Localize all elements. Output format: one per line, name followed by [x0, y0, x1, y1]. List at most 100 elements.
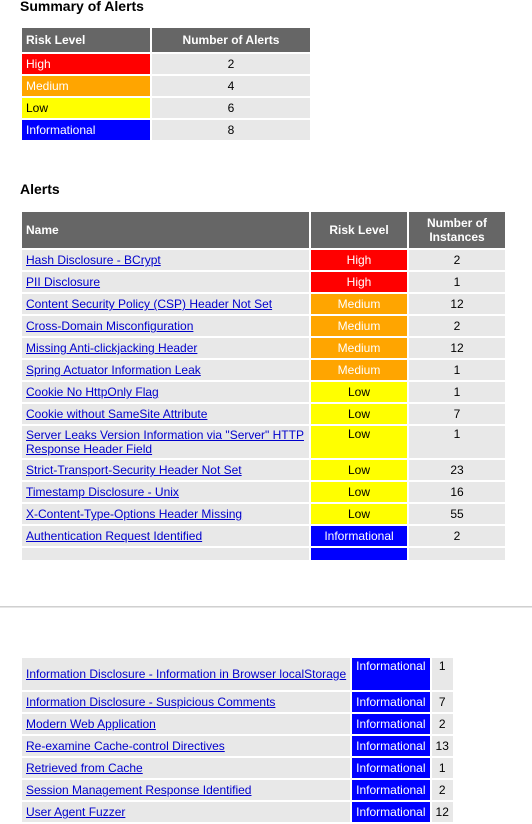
- summary-count-high: 2: [152, 54, 310, 74]
- alert-name-cell: Server Leaks Version Information via "Se…: [22, 426, 309, 458]
- alert-risk-level: Low: [311, 404, 407, 424]
- alert-instances: 23: [409, 460, 505, 480]
- alert-name-cell: Cross-Domain Misconfiguration: [22, 316, 309, 336]
- table-row: PII Disclosure High 1: [22, 272, 505, 292]
- alert-name-link[interactable]: Missing Anti-clickjacking Header: [26, 341, 197, 355]
- alert-name-link[interactable]: Timestamp Disclosure - Unix: [26, 485, 179, 499]
- page-divider: [0, 606, 532, 608]
- alert-name-link[interactable]: Retrieved from Cache: [26, 761, 143, 775]
- alert-risk-level: Low: [311, 482, 407, 502]
- alert-name-link[interactable]: Content Security Policy (CSP) Header Not…: [26, 297, 272, 311]
- summary-level-high: High: [22, 54, 150, 74]
- table-row: Content Security Policy (CSP) Header Not…: [22, 294, 505, 314]
- alert-name-link[interactable]: PII Disclosure: [26, 275, 100, 289]
- summary-count-low: 6: [152, 98, 310, 118]
- alert-instances: 13: [431, 736, 453, 756]
- alert-instances: 1: [431, 758, 453, 778]
- table-row: Informational 8: [22, 120, 310, 140]
- alert-instances: 1: [431, 658, 453, 690]
- alert-name-link[interactable]: Cross-Domain Misconfiguration: [26, 319, 193, 333]
- table-row: Medium 4: [22, 76, 310, 96]
- alert-name-cell: Authentication Request Identified: [22, 526, 309, 546]
- table-row: Cookie No HttpOnly Flag Low 1: [22, 382, 505, 402]
- alert-name-link[interactable]: Hash Disclosure - BCrypt: [26, 253, 161, 267]
- summary-table: Risk Level Number of Alerts High 2 Mediu…: [20, 26, 312, 142]
- alert-risk-level: Informational: [352, 692, 430, 712]
- alert-risk-level: Low: [311, 504, 407, 524]
- alert-risk-level: Informational: [311, 526, 407, 546]
- alert-name-cell: Spring Actuator Information Leak: [22, 360, 309, 380]
- alert-risk-level: Informational: [352, 736, 430, 756]
- alerts-header-instances: Number of Instances: [409, 212, 505, 248]
- alert-risk-level: Medium: [311, 338, 407, 358]
- alert-name-link[interactable]: Modern Web Application: [26, 717, 156, 731]
- table-row: Information Disclosure - Information in …: [22, 658, 453, 690]
- alert-name-link[interactable]: Server Leaks Version Information via "Se…: [26, 428, 304, 456]
- alert-name-cell: Missing Anti-clickjacking Header: [22, 338, 309, 358]
- alert-name-cell: Content Security Policy (CSP) Header Not…: [22, 294, 309, 314]
- alerts-table-continued: Information Disclosure - Information in …: [20, 656, 455, 824]
- summary-level-medium: Medium: [22, 76, 150, 96]
- table-row: X-Content-Type-Options Header Missing Low…: [22, 504, 505, 524]
- table-row: Low 6: [22, 98, 310, 118]
- summary-count-medium: 4: [152, 76, 310, 96]
- alert-name-cell: X-Content-Type-Options Header Missing: [22, 504, 309, 524]
- empty-cell: [22, 548, 309, 560]
- alert-name-link[interactable]: Cookie without SameSite Attribute: [26, 407, 207, 421]
- alerts-header-risk-level: Risk Level: [311, 212, 407, 248]
- alert-instances: 2: [409, 526, 505, 546]
- alert-name-link[interactable]: Spring Actuator Information Leak: [26, 363, 201, 377]
- alert-name-link[interactable]: Re-examine Cache-control Directives: [26, 739, 225, 753]
- table-row: Strict-Transport-Security Header Not Set…: [22, 460, 505, 480]
- table-row: Authentication Request Identified Informa…: [22, 526, 505, 546]
- alert-risk-level: High: [311, 272, 407, 292]
- alert-instances: 12: [409, 338, 505, 358]
- alert-risk-level: Low: [311, 426, 407, 458]
- empty-risk-cell: [311, 548, 407, 560]
- alert-risk-level: Informational: [352, 658, 430, 690]
- alert-instances: 16: [409, 482, 505, 502]
- summary-level-low: Low: [22, 98, 150, 118]
- alert-name-cell: Cookie No HttpOnly Flag: [22, 382, 309, 402]
- alert-instances: 2: [431, 780, 453, 800]
- alert-name-link[interactable]: Information Disclosure - Information in …: [26, 667, 346, 681]
- alert-name-link[interactable]: X-Content-Type-Options Header Missing: [26, 507, 242, 521]
- alert-name-cell: Information Disclosure - Suspicious Comm…: [22, 692, 351, 712]
- alert-name-link[interactable]: Cookie No HttpOnly Flag: [26, 385, 159, 399]
- alert-instances: 2: [431, 714, 453, 734]
- alert-risk-level: Informational: [352, 780, 430, 800]
- summary-level-informational: Informational: [22, 120, 150, 140]
- alert-risk-level: Informational: [352, 714, 430, 734]
- summary-header-risk-level: Risk Level: [22, 28, 150, 52]
- alerts-header-row: Name Risk Level Number of Instances: [22, 212, 505, 248]
- alert-name-cell: Information Disclosure - Information in …: [22, 658, 351, 690]
- alert-risk-level: Informational: [352, 802, 430, 822]
- table-row: Spring Actuator Information Leak Medium 1: [22, 360, 505, 380]
- alert-name-link[interactable]: Authentication Request Identified: [26, 529, 202, 543]
- alert-instances: 55: [409, 504, 505, 524]
- alert-instances: 2: [409, 250, 505, 270]
- alert-name-link[interactable]: Session Management Response Identified: [26, 783, 251, 797]
- alert-instances: 1: [409, 382, 505, 402]
- alert-name-link[interactable]: Information Disclosure - Suspicious Comm…: [26, 695, 275, 709]
- alert-instances: 1: [409, 272, 505, 292]
- summary-count-informational: 8: [152, 120, 310, 140]
- table-row: Re-examine Cache-control Directives Infor…: [22, 736, 453, 756]
- table-row: Missing Anti-clickjacking Header Medium 12: [22, 338, 505, 358]
- table-row: Timestamp Disclosure - Unix Low 16: [22, 482, 505, 502]
- alert-instances: 7: [409, 404, 505, 424]
- table-row: Information Disclosure - Suspicious Comm…: [22, 692, 453, 712]
- table-row: Retrieved from Cache Informational 1: [22, 758, 453, 778]
- table-row: Cross-Domain Misconfiguration Medium 2: [22, 316, 505, 336]
- alerts-heading: Alerts: [20, 181, 60, 197]
- alert-name-link[interactable]: User Agent Fuzzer: [26, 805, 125, 819]
- table-row: Session Management Response Identified In…: [22, 780, 453, 800]
- alert-name-link[interactable]: Strict-Transport-Security Header Not Set: [26, 463, 242, 477]
- table-row: Hash Disclosure - BCrypt High 2: [22, 250, 505, 270]
- alert-name-cell: Hash Disclosure - BCrypt: [22, 250, 309, 270]
- table-row: Server Leaks Version Information via "Se…: [22, 426, 505, 458]
- alert-risk-level: Low: [311, 460, 407, 480]
- summary-heading: Summary of Alerts: [20, 0, 144, 14]
- alert-risk-level: Medium: [311, 294, 407, 314]
- alert-risk-level: Medium: [311, 360, 407, 380]
